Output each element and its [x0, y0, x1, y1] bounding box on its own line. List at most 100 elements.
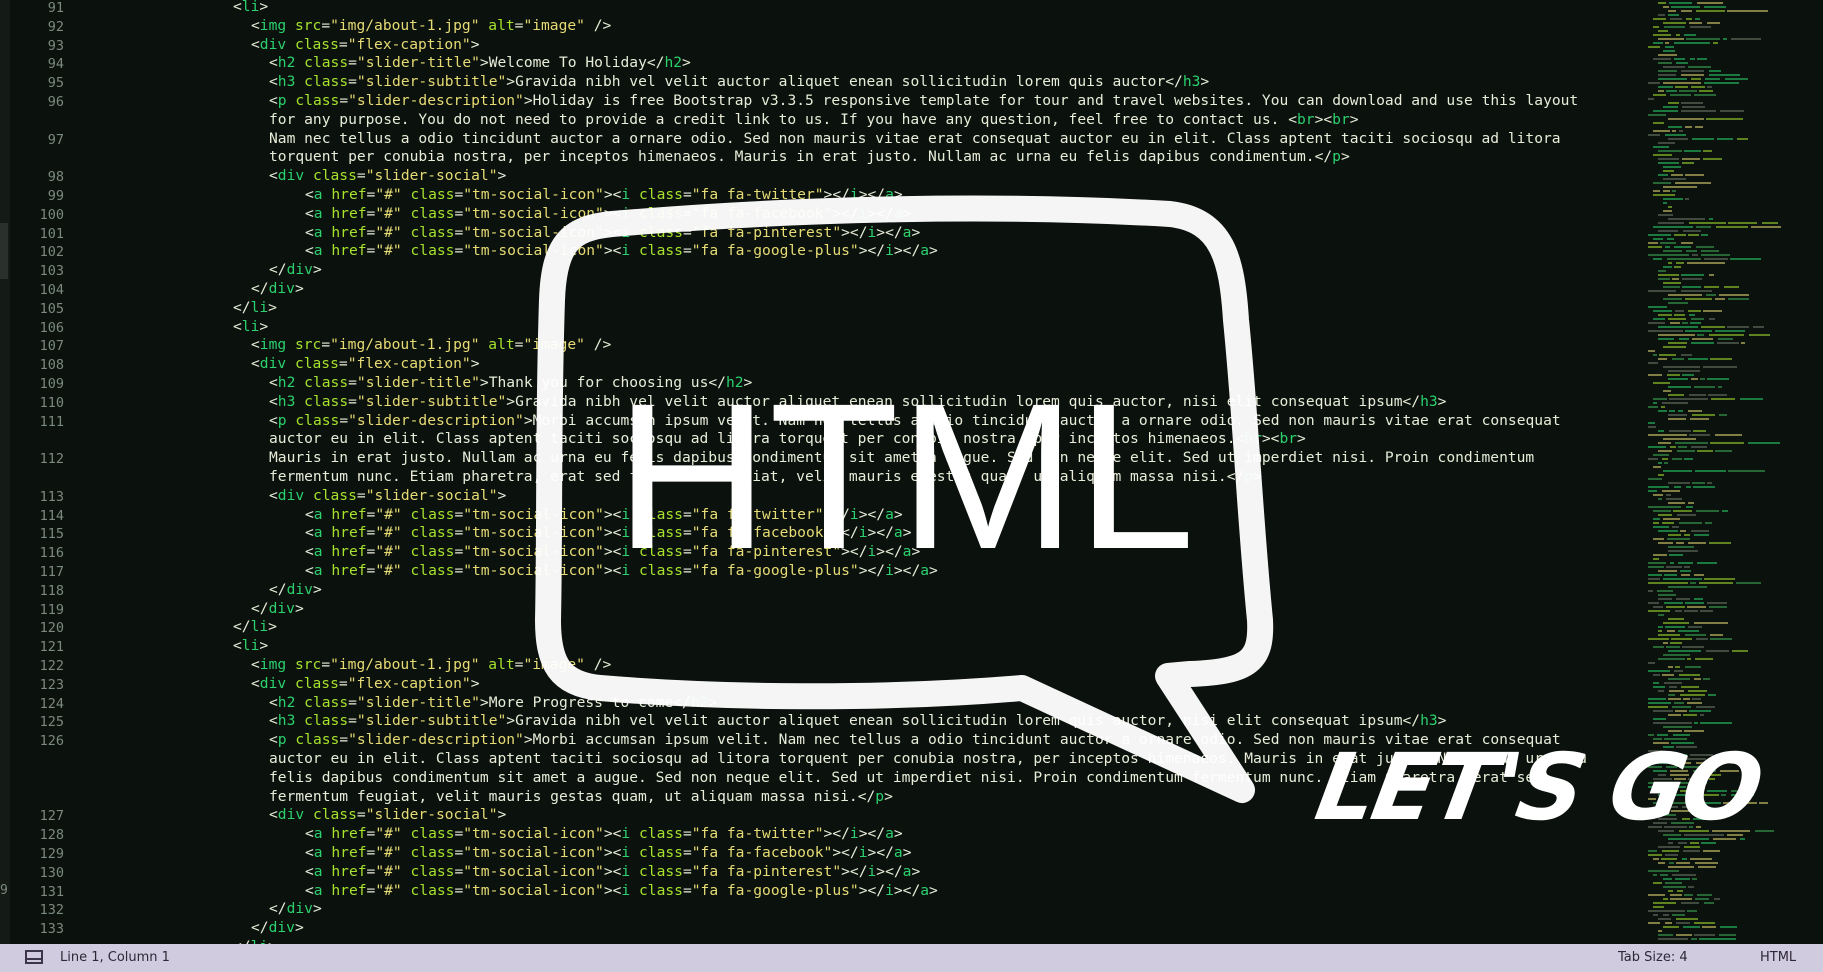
- minimap-stroke: [1677, 890, 1683, 892]
- code-line[interactable]: <p class="slider-description">Holiday is…: [269, 92, 1578, 111]
- minimap-stroke: [1658, 690, 1664, 692]
- code-line[interactable]: <h2 class="slider-title">Welcome To Holi…: [269, 54, 691, 73]
- minimap-stroke: [1669, 686, 1677, 688]
- minimap-stroke: [1653, 34, 1671, 36]
- minimap-stroke: [1648, 638, 1669, 640]
- code-line[interactable]: <h3 class="slider-subtitle">Gravida nibh…: [269, 73, 1209, 92]
- code-line[interactable]: <h2 class="slider-title">More Progress t…: [269, 694, 717, 713]
- minimap-stroke: [1648, 582, 1688, 584]
- code-line[interactable]: for any purpose. You do not need to prov…: [269, 111, 1359, 130]
- code-line[interactable]: <div class="flex-caption">: [251, 675, 480, 694]
- minimap-stroke: [1658, 934, 1673, 936]
- minimap-stroke: [1678, 630, 1699, 632]
- minimap-stroke: [1690, 842, 1699, 844]
- minimap-stroke: [1662, 402, 1688, 404]
- minimap-stroke: [1755, 830, 1774, 832]
- code-line[interactable]: <div class="flex-caption">: [251, 36, 480, 55]
- minimap-stroke: [1749, 334, 1770, 336]
- minimap-stroke: [1653, 454, 1669, 456]
- code-line[interactable]: <a href="#" class="tm-social-icon"><i cl…: [305, 205, 911, 224]
- code-line[interactable]: <a href="#" class="tm-social-icon"><i cl…: [305, 524, 911, 543]
- minimap-stroke: [1681, 274, 1704, 276]
- minimap-stroke: [1727, 326, 1749, 328]
- code-line[interactable]: auctor eu in elit. Class aptent taciti s…: [269, 430, 1306, 449]
- minimap-stroke: [1667, 238, 1674, 240]
- minimap-stroke: [1666, 90, 1677, 92]
- code-line[interactable]: <a href="#" class="tm-social-icon"><i cl…: [305, 844, 911, 863]
- code-line[interactable]: fermentum feugiat, velit mauris gestas q…: [269, 788, 893, 807]
- code-line[interactable]: <a href="#" class="tm-social-icon"><i cl…: [305, 825, 903, 844]
- minimap-stroke: [1664, 462, 1668, 464]
- code-line[interactable]: <h3 class="slider-subtitle">Gravida nibh…: [269, 393, 1446, 412]
- minimap-stroke: [1696, 706, 1715, 708]
- code-line[interactable]: <li>: [233, 0, 268, 17]
- minimap-stroke: [1694, 534, 1709, 536]
- cursor-position[interactable]: Line 1, Column 1: [60, 950, 170, 965]
- code-line[interactable]: <a href="#" class="tm-social-icon"><i cl…: [305, 562, 938, 581]
- minimap-stroke: [1682, 106, 1705, 108]
- minimap-stroke: [1665, 854, 1678, 856]
- minimap-stroke: [1683, 698, 1690, 700]
- minimap-stroke: [1658, 658, 1685, 660]
- minimap-stroke: [1653, 226, 1693, 228]
- code-line[interactable]: </li>: [233, 299, 277, 318]
- minimap-stroke: [1676, 598, 1690, 600]
- minimap-stroke: [1663, 170, 1674, 172]
- code-line[interactable]: </div>: [269, 261, 322, 280]
- code-line[interactable]: </div>: [251, 600, 304, 619]
- code-line[interactable]: </div>: [269, 900, 322, 919]
- minimap-stroke: [1668, 262, 1672, 264]
- code-line[interactable]: <p class="slider-description">Morbi accu…: [269, 412, 1561, 431]
- syntax-indicator[interactable]: HTML: [1760, 950, 1796, 965]
- code-line[interactable]: <li>: [233, 637, 268, 656]
- code-line[interactable]: Nam nec tellus a odio tincidunt auctor a…: [269, 130, 1561, 149]
- code-line[interactable]: </li>: [233, 618, 277, 637]
- minimap-stroke: [1686, 486, 1691, 488]
- tab-size-indicator[interactable]: Tab Size: 4: [1618, 950, 1688, 965]
- code-line[interactable]: <a href="#" class="tm-social-icon"><i cl…: [305, 186, 903, 205]
- code-line[interactable]: <img src="img/about-1.jpg" alt="image" /…: [251, 17, 611, 36]
- minimap-stroke: [1653, 42, 1663, 44]
- code-line[interactable]: <h2 class="slider-title">Thank you for c…: [269, 374, 752, 393]
- code-line[interactable]: fermentum nunc. Etiam pharetra, erat sed…: [269, 468, 1262, 487]
- code-line[interactable]: <div class="slider-social">: [269, 806, 506, 825]
- minimap-stroke: [1675, 86, 1688, 88]
- panel-toggle-icon[interactable]: [25, 950, 43, 964]
- minimap-stroke: [1668, 678, 1690, 680]
- code-line[interactable]: <div class="slider-social">: [269, 167, 506, 186]
- minimap-stroke: [1668, 294, 1702, 296]
- code-line[interactable]: <a href="#" class="tm-social-icon"><i cl…: [305, 506, 903, 525]
- code-line[interactable]: Mauris in erat justo. Nullam ac urna eu …: [269, 449, 1534, 468]
- minimap-stroke: [1658, 2, 1666, 4]
- minimap-stroke: [1665, 246, 1670, 248]
- code-line[interactable]: <img src="img/about-1.jpg" alt="image" /…: [251, 336, 611, 355]
- code-line[interactable]: <a href="#" class="tm-social-icon"><i cl…: [305, 882, 938, 901]
- code-line[interactable]: <div class="slider-social">: [269, 487, 506, 506]
- minimap-stroke: [1681, 290, 1712, 292]
- code-line[interactable]: <div class="flex-caption">: [251, 355, 480, 374]
- code-line[interactable]: <h3 class="slider-subtitle">Gravida nibh…: [269, 712, 1446, 731]
- code-line[interactable]: </div>: [251, 280, 304, 299]
- minimap-stroke: [1662, 674, 1674, 676]
- code-line[interactable]: </div>: [269, 581, 322, 600]
- code-line[interactable]: </div>: [251, 919, 304, 938]
- code-line[interactable]: torquent per conubia nostra, per incepto…: [269, 148, 1350, 167]
- minimap-stroke: [1653, 318, 1665, 320]
- code-line[interactable]: <a href="#" class="tm-social-icon"><i cl…: [305, 863, 920, 882]
- minimap-stroke: [1668, 10, 1676, 12]
- minimap-stroke: [1685, 330, 1712, 332]
- minimap-stroke: [1653, 398, 1667, 400]
- code-line[interactable]: <img src="img/about-1.jpg" alt="image" /…: [251, 656, 611, 675]
- minimap-stroke: [1697, 58, 1707, 60]
- minimap-stroke: [1648, 246, 1662, 248]
- minimap-stroke: [1674, 234, 1686, 236]
- code-line[interactable]: <a href="#" class="tm-social-icon"><i cl…: [305, 242, 938, 261]
- minimap-stroke: [1684, 730, 1704, 732]
- minimap-stroke: [1653, 354, 1657, 356]
- code-line[interactable]: <a href="#" class="tm-social-icon"><i cl…: [305, 543, 920, 562]
- minimap-stroke: [1696, 510, 1719, 512]
- minimap-stroke: [1672, 190, 1676, 192]
- code-line[interactable]: <li>: [233, 318, 268, 337]
- minimap-stroke: [1653, 146, 1669, 148]
- code-line[interactable]: <a href="#" class="tm-social-icon"><i cl…: [305, 224, 920, 243]
